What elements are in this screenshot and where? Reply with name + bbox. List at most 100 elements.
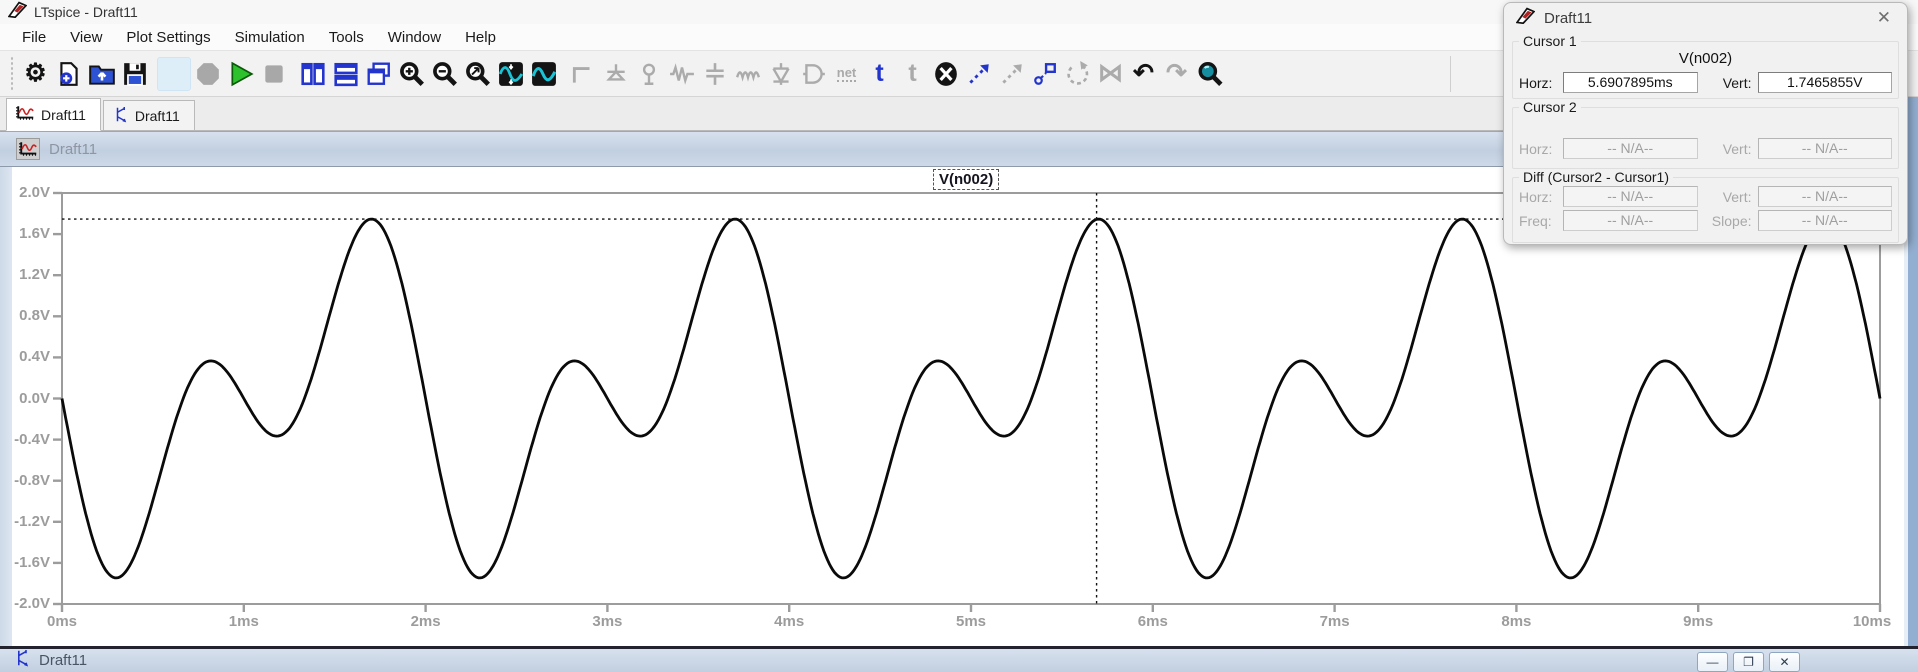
menu-simulation[interactable]: Simulation — [223, 26, 317, 49]
menu-plot-settings[interactable]: Plot Settings — [114, 26, 222, 49]
control-panel-icon[interactable]: ⚙ — [19, 56, 52, 92]
autorange-icon[interactable] — [494, 56, 527, 92]
pause-icon[interactable] — [191, 56, 224, 92]
x-axis-label: 0ms — [32, 613, 92, 630]
close-window-button[interactable]: ✕ — [1769, 652, 1800, 672]
cursor1-vert-label: Vert: — [1712, 75, 1758, 91]
schematic-window-titlebar[interactable]: Draft11 — ❐ ✕ — [0, 646, 1918, 672]
mirror-icon[interactable]: ⋈ — [1094, 56, 1127, 92]
cursor2-vert-value: -- N/A-- — [1758, 138, 1893, 159]
cursor2-legend: Cursor 2 — [1519, 99, 1581, 115]
duplicate-icon[interactable] — [1028, 56, 1061, 92]
undo-icon[interactable]: ↶ — [1127, 56, 1160, 92]
redo-icon[interactable]: ↷ — [1160, 56, 1193, 92]
cursor2-horz-value: -- N/A-- — [1563, 138, 1698, 159]
tab-label: Draft11 — [135, 108, 180, 124]
y-axis-label: -1.6V — [2, 554, 50, 571]
spice-directive-icon: t — [908, 61, 916, 86]
menu-help[interactable]: Help — [453, 26, 508, 49]
x-axis-label: 6ms — [1123, 613, 1183, 630]
maximize-button[interactable]: ❐ — [1733, 652, 1764, 672]
minimize-button[interactable]: — — [1697, 652, 1728, 672]
diode-icon[interactable] — [764, 56, 797, 92]
spice-directive-icon[interactable]: t — [896, 56, 929, 92]
net-label-icon[interactable] — [632, 56, 665, 92]
y-axis-label: 1.6V — [2, 225, 50, 242]
ltspice-app: LTspice - Draft11 FileViewPlot SettingsS… — [0, 0, 1918, 672]
diff-horz-label: Horz: — [1519, 189, 1563, 205]
cascade-icon[interactable] — [362, 56, 395, 92]
diff-legend: Diff (Cursor2 - Cursor1) — [1519, 169, 1673, 185]
save-icon[interactable] — [118, 56, 151, 92]
cursor-dialog-title: Draft11 — [1544, 10, 1864, 27]
drag-icon[interactable] — [962, 56, 995, 92]
y-axis-label: 0.0V — [2, 390, 50, 407]
open-icon[interactable] — [85, 56, 118, 92]
toolbar-grip — [10, 56, 15, 92]
zoom-out-icon[interactable] — [428, 56, 461, 92]
y-axis-label: 0.4V — [2, 348, 50, 365]
ground-icon[interactable] — [599, 56, 632, 92]
waveform-tab-icon — [16, 105, 34, 124]
y-axis-label: 1.2V — [2, 266, 50, 283]
run-icon[interactable] — [224, 56, 257, 92]
x-axis-label: 3ms — [577, 613, 637, 630]
cursor2-readout-name — [1519, 116, 1892, 135]
tile-vertical-icon[interactable] — [296, 56, 329, 92]
window-title: LTspice - Draft11 — [34, 4, 138, 20]
wire-icon[interactable] — [566, 56, 599, 92]
tab-schematic-draft11[interactable]: Draft11 — [103, 100, 195, 130]
y-axis-label: 2.0V — [2, 184, 50, 201]
blank-slot[interactable] — [157, 57, 191, 91]
diff-vert-label: Vert: — [1712, 189, 1758, 205]
y-axis-label: -0.4V — [2, 431, 50, 448]
cursor1-vert-value[interactable]: 1.7465855V — [1758, 72, 1893, 93]
x-axis-label: 9ms — [1668, 613, 1728, 630]
text-tool-icon: t — [875, 61, 883, 86]
undo-icon: ↶ — [1133, 61, 1154, 86]
menu-window[interactable]: Window — [376, 26, 453, 49]
menu-view[interactable]: View — [58, 26, 114, 49]
diff-vert-value: -- N/A-- — [1758, 186, 1893, 207]
diff-slope-value: -- N/A-- — [1758, 210, 1893, 231]
close-icon[interactable]: ✕ — [1873, 8, 1895, 28]
cursor-dialog-titlebar[interactable]: Draft11 ✕ — [1504, 3, 1907, 33]
new-schematic-icon[interactable] — [52, 56, 85, 92]
zoom-extents-icon[interactable] — [461, 56, 494, 92]
menu-tools[interactable]: Tools — [317, 26, 376, 49]
netlist-icon[interactable]: net — [830, 56, 863, 92]
tab-label: Draft11 — [41, 107, 86, 123]
schematic-tab-icon — [113, 106, 128, 126]
resistor-icon[interactable] — [665, 56, 698, 92]
x-axis-label: 7ms — [1305, 613, 1365, 630]
move-icon[interactable] — [995, 56, 1028, 92]
cursor1-horz-value[interactable]: 5.6907895ms — [1563, 72, 1698, 93]
trace-label[interactable]: V(n002) — [933, 169, 999, 190]
cursor1-group: Cursor 1 V(n002) Horz: 5.6907895ms Vert:… — [1512, 41, 1899, 99]
diff-freq-label: Freq: — [1519, 213, 1563, 229]
rotate-icon[interactable] — [1061, 56, 1094, 92]
x-axis-label: 4ms — [759, 613, 819, 630]
delete-icon[interactable] — [929, 56, 962, 92]
tile-horizontal-icon[interactable] — [329, 56, 362, 92]
plot-window-title: Draft11 — [49, 141, 97, 158]
text-tool-icon[interactable]: t — [863, 56, 896, 92]
y-axis-label: 0.8V — [2, 307, 50, 324]
tab-waveform-draft11[interactable]: Draft11 — [6, 98, 101, 131]
cursor-dialog[interactable]: Draft11 ✕ Cursor 1 V(n002) Horz: 5.69078… — [1503, 2, 1908, 245]
ltspice-dialog-icon — [1516, 7, 1535, 29]
capacitor-icon[interactable] — [698, 56, 731, 92]
halt-icon[interactable] — [257, 56, 290, 92]
diff-freq-value: -- N/A-- — [1563, 210, 1698, 231]
inductor-icon[interactable] — [731, 56, 764, 92]
control-panel-icon: ⚙ — [24, 61, 46, 86]
cursor1-readout-name: V(n002) — [1519, 50, 1892, 69]
find-icon[interactable] — [1193, 56, 1226, 92]
menu-file[interactable]: File — [10, 26, 58, 49]
component-icon[interactable] — [797, 56, 830, 92]
y-axis-label: -2.0V — [2, 595, 50, 612]
x-axis-label: 10ms — [1842, 613, 1902, 630]
zoom-in-icon[interactable] — [395, 56, 428, 92]
schematic-window-icon — [14, 649, 30, 672]
waveform-pane-icon[interactable] — [527, 56, 560, 92]
